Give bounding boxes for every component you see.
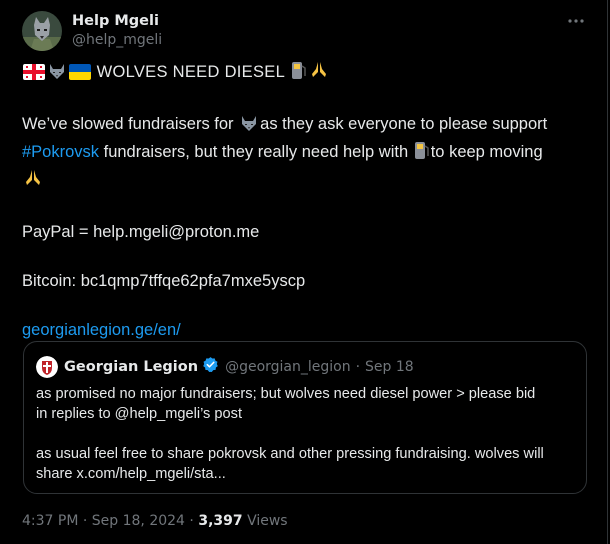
tweet-title-line: WOLVES NEED DIESEL xyxy=(22,60,594,88)
paypal-line: PayPal = help.mgeli@proton.me xyxy=(22,223,260,241)
views-label: Views xyxy=(247,513,288,529)
tweet-title: WOLVES NEED DIESEL xyxy=(96,63,286,81)
quoted-line: share x.com/help_mgeli/sta... xyxy=(36,466,226,482)
quoted-line: as usual feel free to share pokrovsk and… xyxy=(36,446,544,462)
tweet-text-part: to keep moving xyxy=(430,143,543,161)
bitcoin-line: Bitcoin: bc1qmp7tffqe62pfa7mxe5yscp xyxy=(22,272,306,290)
avatar[interactable] xyxy=(22,11,62,51)
wolf-icon xyxy=(47,62,67,88)
wolf-icon xyxy=(239,114,259,140)
footer-separator: · xyxy=(82,513,88,529)
tweet-paragraph-line2: #Pokrovsk fundraisers, but they really n… xyxy=(22,140,594,168)
views-count: 3,397 xyxy=(198,513,243,529)
praying-hands-icon xyxy=(309,60,329,88)
footer-separator: · xyxy=(189,513,194,529)
tweet-header: Help Mgeli @help_mgeli xyxy=(22,10,162,52)
quoted-tweet[interactable]: Georgian Legion @georgian_legion · Sep 1… xyxy=(23,341,587,494)
author-display-name[interactable]: Help Mgeli xyxy=(72,12,162,31)
quoted-tweet-header: Georgian Legion @georgian_legion · Sep 1… xyxy=(36,356,414,378)
quoted-display-name[interactable]: Georgian Legion xyxy=(64,358,198,376)
quoted-tweet-text: as promised no major fundraisers; but wo… xyxy=(36,384,576,484)
tweet-text-part: fundraisers, but they really need help w… xyxy=(99,143,409,161)
tweet-card: Help Mgeli @help_mgeli WOLVES NEED DIESE… xyxy=(0,0,608,544)
tweet-time[interactable]: 4:37 PM xyxy=(22,513,78,529)
tweet-paragraph-line1: We’ve slowed fundraisers for as they ask… xyxy=(22,112,594,140)
georgia-flag-icon xyxy=(23,63,45,88)
quoted-line: as promised no major fundraisers; but wo… xyxy=(36,386,536,402)
quoted-avatar[interactable] xyxy=(36,356,58,378)
tweet-text: WOLVES NEED DIESEL We’ve slowed fundrais… xyxy=(22,60,594,343)
author-handle[interactable]: @help_mgeli xyxy=(72,31,162,50)
tweet-paragraph-line3 xyxy=(22,168,594,196)
quoted-date[interactable]: Sep 18 xyxy=(365,358,414,376)
verified-badge-icon xyxy=(202,356,219,378)
tweet-date[interactable]: Sep 18, 2024 xyxy=(92,513,185,529)
more-options-icon[interactable] xyxy=(565,12,587,30)
tweet-footer: 4:37 PM · Sep 18, 2024 · 3,397 Views xyxy=(22,511,288,531)
ukraine-flag-icon xyxy=(69,63,91,88)
praying-hands-icon xyxy=(23,168,43,196)
quoted-line: in replies to @help_mgeli’s post xyxy=(36,406,242,422)
external-link[interactable]: georgianlegion.ge/en/ xyxy=(22,318,594,343)
quoted-handle[interactable]: @georgian_legion xyxy=(225,358,351,376)
hashtag-link[interactable]: #Pokrovsk xyxy=(22,143,99,161)
fuel-pump-icon xyxy=(414,140,430,168)
tweet-text-part: We’ve slowed fundraisers for xyxy=(22,115,234,133)
fuel-pump-icon xyxy=(291,60,307,88)
quoted-separator: · xyxy=(355,359,361,375)
tweet-text-part: as they ask everyone to please support xyxy=(260,115,548,133)
